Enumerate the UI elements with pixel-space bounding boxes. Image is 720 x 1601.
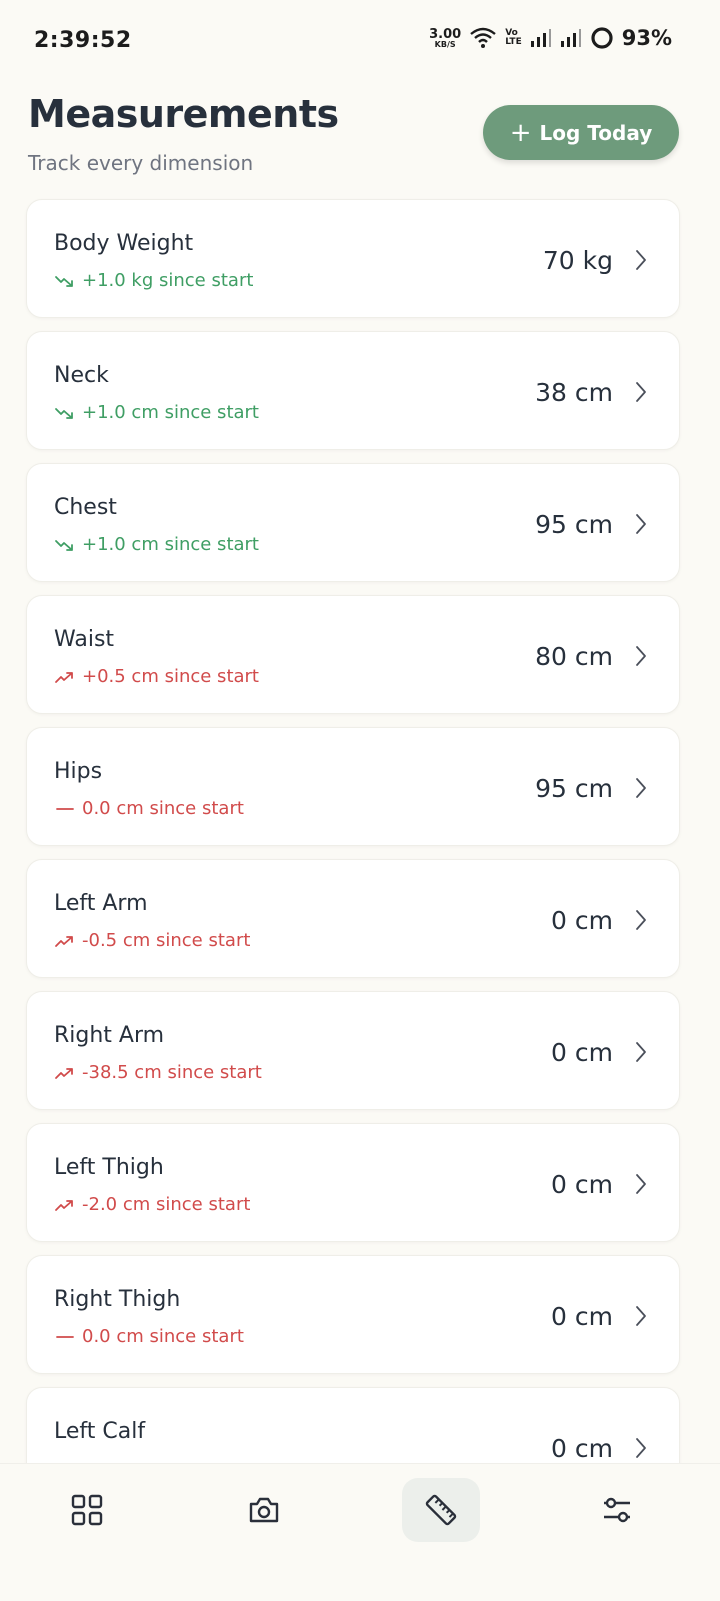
measurement-card[interactable]: Hips 0.0 cm since start 95 cm [26, 727, 680, 846]
signal-icon [530, 29, 551, 47]
measurement-value: 95 cm [535, 510, 613, 539]
measurement-delta: -38.5 cm since start [54, 1062, 262, 1083]
measurement-delta-text: -38.5 cm since start [82, 1062, 262, 1083]
nav-measurements[interactable] [402, 1478, 480, 1542]
measurement-value: 95 cm [535, 774, 613, 803]
trend-flat-icon [54, 1330, 76, 1344]
trend-up-icon [54, 670, 76, 684]
measurement-list: Body Weight +1.0 kg since start 70 kg Neck +… [26, 199, 680, 1519]
measurement-card[interactable]: Left Thigh -2.0 cm since start 0 cm [26, 1123, 680, 1242]
trend-flat-icon [54, 802, 76, 816]
battery-ring-icon [591, 27, 613, 49]
measurement-card[interactable]: Neck +1.0 cm since start 38 cm [26, 331, 680, 450]
measurement-card[interactable]: Right Arm -38.5 cm since start 0 cm [26, 991, 680, 1110]
measurement-delta: +0.5 cm since start [54, 666, 259, 687]
measurement-delta-text: +1.0 cm since start [82, 534, 259, 555]
measurement-name: Chest [54, 495, 117, 520]
measurement-value: 0 cm [551, 1170, 613, 1199]
nav-dashboard[interactable] [48, 1478, 126, 1542]
measurement-name: Left Arm [54, 891, 148, 916]
measurement-name: Hips [54, 759, 103, 784]
camera-icon [249, 1497, 279, 1523]
log-today-label: Log Today [539, 120, 653, 145]
settings-sliders-icon [604, 1497, 630, 1523]
measurement-delta-text: +1.0 kg since start [82, 270, 254, 291]
measurement-delta-text: 0.0 cm since start [82, 1326, 244, 1347]
network-speed-value: 3.00 [429, 26, 462, 42]
measurement-delta: 0.0 cm since start [54, 798, 244, 819]
measurement-card[interactable]: Right Thigh 0.0 cm since start 0 cm [26, 1255, 680, 1374]
battery-percent: 93% [621, 26, 672, 50]
measurement-delta-text: -0.5 cm since start [82, 930, 251, 951]
status-bar: 2:39:52 3.00 KB/S Vo LTE 93% [0, 0, 720, 84]
bottom-nav [0, 1463, 720, 1601]
nav-settings[interactable] [578, 1478, 656, 1542]
measurement-delta: 0.0 cm since start [54, 1326, 244, 1347]
measurement-name: Left Thigh [54, 1155, 164, 1180]
measurement-name: Right Thigh [54, 1287, 181, 1312]
measurement-value: 70 kg [542, 246, 613, 275]
measurement-delta-text: +1.0 cm since start [82, 402, 259, 423]
measurement-delta-text: +0.5 cm since start [82, 666, 259, 687]
volte-bottom: LTE [505, 37, 522, 47]
measurement-name: Waist [54, 627, 115, 652]
measurement-delta-text: -2.0 cm since start [82, 1194, 251, 1215]
trend-down-icon [54, 274, 76, 288]
measurement-name: Left Calf [54, 1419, 146, 1444]
measurement-value: 0 cm [551, 1038, 613, 1067]
plus-icon: + [509, 117, 532, 148]
volte-indicator: Vo LTE [505, 29, 522, 47]
measurement-delta: +1.0 cm since start [54, 534, 259, 555]
measurement-name: Right Arm [54, 1023, 165, 1048]
log-today-button[interactable]: + Log Today [483, 105, 679, 160]
status-time: 2:39:52 [34, 28, 132, 53]
measurement-delta: +1.0 cm since start [54, 402, 259, 423]
measurement-delta: -2.0 cm since start [54, 1194, 250, 1215]
status-icons: 3.00 KB/S Vo LTE 93% [429, 26, 672, 50]
trend-down-icon [54, 538, 76, 552]
measurement-delta: -0.5 cm since start [54, 930, 250, 951]
network-speed-unit: KB/S [434, 39, 456, 49]
measurement-name: Neck [54, 363, 109, 388]
trend-up-icon [54, 1198, 76, 1212]
trend-up-icon [54, 934, 76, 948]
nav-camera[interactable] [225, 1478, 303, 1542]
ruler-icon [425, 1494, 457, 1526]
measurement-value: 80 cm [535, 642, 613, 671]
measurement-name: Body Weight [54, 231, 194, 256]
measurement-card[interactable]: Left Arm -0.5 cm since start 0 cm [26, 859, 680, 978]
signal-icon-2 [560, 29, 581, 47]
wifi-icon [470, 27, 496, 48]
measurement-value: 38 cm [535, 378, 613, 407]
measurement-card[interactable]: Body Weight +1.0 kg since start 70 kg [26, 199, 680, 318]
measurement-delta-text: 0.0 cm since start [82, 798, 244, 819]
trend-up-icon [54, 1066, 76, 1080]
measurement-card[interactable]: Waist +0.5 cm since start 80 cm [26, 595, 680, 714]
measurement-value: 0 cm [551, 1434, 613, 1463]
measurement-value: 0 cm [551, 1302, 613, 1331]
page-subtitle: Track every dimension [28, 151, 254, 175]
dashboard-icon [71, 1494, 103, 1526]
network-speed: 3.00 KB/S [429, 28, 461, 49]
measurement-card[interactable]: Chest +1.0 cm since start 95 cm [26, 463, 680, 582]
trend-down-icon [54, 406, 76, 420]
measurement-value: 0 cm [551, 906, 613, 935]
page-title: Measurements [28, 92, 339, 136]
measurement-delta: +1.0 kg since start [54, 270, 253, 291]
